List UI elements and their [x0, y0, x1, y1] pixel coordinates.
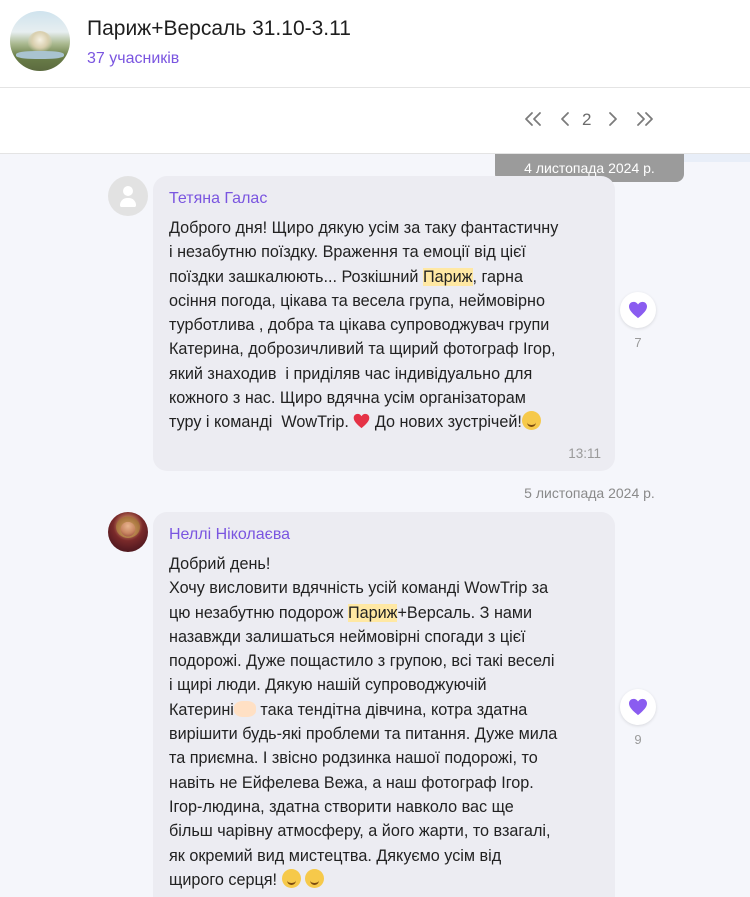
relieved-face-icon [305, 868, 325, 888]
profile-photo [116, 516, 140, 538]
reaction-button[interactable] [620, 689, 656, 725]
last-page-button[interactable] [634, 110, 656, 132]
group-avatar[interactable] [10, 11, 70, 71]
red-heart-icon [354, 414, 370, 429]
search-highlight: Париж [422, 267, 473, 286]
author-avatar[interactable] [108, 512, 148, 552]
current-page-number[interactable]: 2 [582, 110, 591, 130]
reaction-count: 9 [634, 732, 642, 747]
purple-heart-icon [629, 698, 647, 716]
author-avatar[interactable] [108, 176, 148, 216]
message-author[interactable]: Неллі Ніколаєва [169, 526, 290, 544]
smiling-face-with-hearts-icon [281, 868, 301, 888]
purple-heart-icon [629, 301, 647, 319]
prev-page-button[interactable] [556, 110, 574, 132]
message-bubble[interactable]: Неллі Ніколаєва Добрий день! Хочу вислов… [153, 512, 615, 897]
heart-hands-icon [233, 700, 256, 717]
reaction-count: 7 [634, 335, 642, 350]
water-image [16, 51, 64, 59]
message-author[interactable]: Тетяна Галас [169, 190, 267, 208]
message-bubble[interactable]: Тетяна Галас Доброго дня! Щиро дякую усі… [153, 176, 615, 471]
message-feed[interactable]: 4 листопада 2024 р. Тетяна Галас Доброго… [0, 154, 750, 897]
search-highlight: Париж [347, 603, 398, 622]
feed-strip [680, 154, 750, 162]
smiling-face-with-tear-icon [521, 411, 541, 431]
user-icon [123, 186, 133, 196]
message-text: Добрий день! Хочу висловити вдячність ус… [169, 555, 558, 889]
chevron-right-icon [607, 111, 619, 132]
chat-header: Париж+Версаль 31.10-3.11 37 учасників [0, 0, 750, 87]
reaction-button[interactable] [620, 292, 656, 328]
fountain-image [28, 31, 52, 53]
chevron-left-icon [559, 111, 571, 132]
next-page-button[interactable] [604, 110, 622, 132]
double-chevron-left-icon [523, 111, 543, 132]
message-time: 13:11 [568, 446, 601, 461]
double-chevron-right-icon [635, 111, 655, 132]
pagination-bar: 2 [0, 88, 750, 154]
message-text: Доброго дня! Щиро дякую усім за таку фан… [169, 219, 559, 432]
group-title[interactable]: Париж+Версаль 31.10-3.11 [87, 17, 351, 41]
date-separator: 5 листопада 2024 р. [524, 485, 655, 501]
members-count-link[interactable]: 37 учасників [87, 50, 179, 68]
first-page-button[interactable] [522, 110, 544, 132]
